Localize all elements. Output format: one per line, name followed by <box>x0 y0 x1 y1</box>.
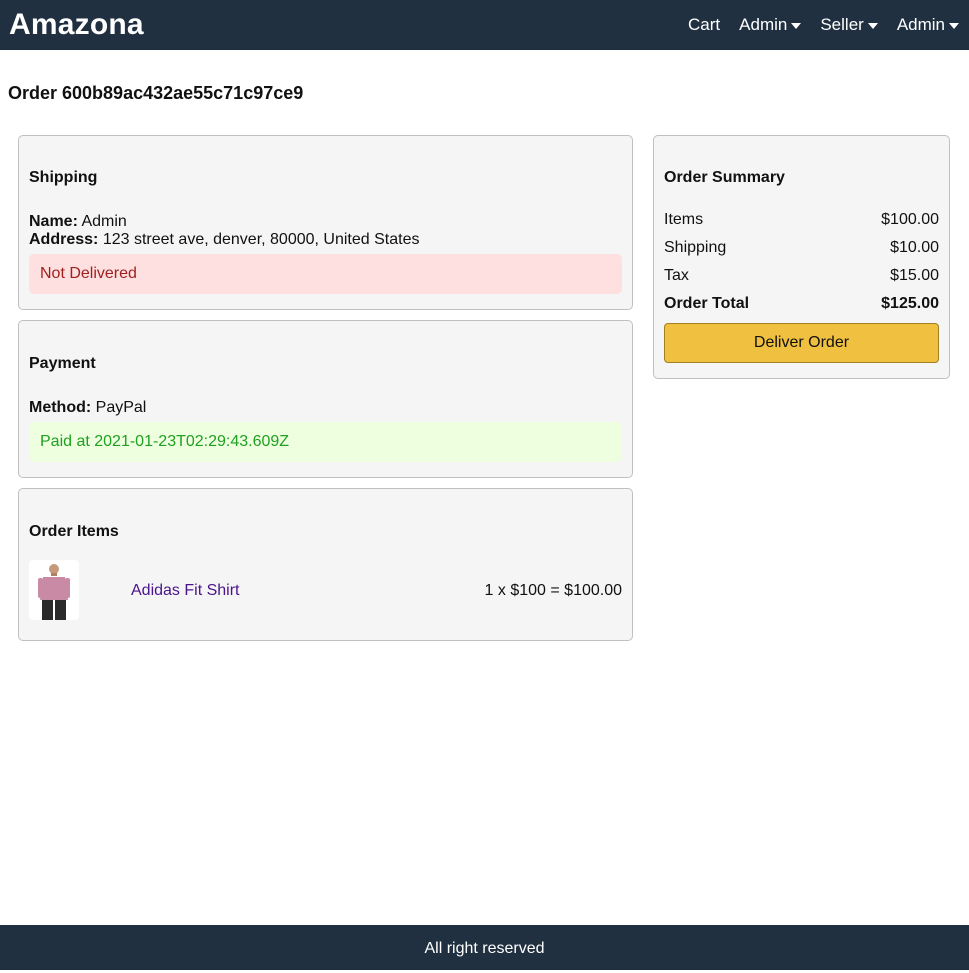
nav-menu: Cart Admin Seller Admin <box>669 14 959 36</box>
order-items-heading: Order Items <box>29 523 119 540</box>
payment-method: Method: PayPal <box>29 399 146 417</box>
shipping-heading: Shipping <box>29 169 98 186</box>
order-items-card: Order Items Adidas Fit Shirt 1 x $100 = … <box>18 488 633 641</box>
brand-logo-link[interactable]: Amazona <box>9 8 144 42</box>
cart-link[interactable]: Cart <box>688 14 720 36</box>
footer: All right reserved <box>0 925 969 970</box>
deliver-order-button[interactable]: Deliver Order <box>664 323 939 363</box>
address-value: 123 street ave, denver, 80000, United St… <box>102 231 420 248</box>
seller-dropdown[interactable]: Seller <box>820 14 878 36</box>
summary-label: Tax <box>664 267 689 284</box>
method-value: PayPal <box>95 399 147 416</box>
name-label: Name: <box>29 213 78 230</box>
summary-value: $10.00 <box>890 239 939 256</box>
summary-value: $15.00 <box>890 267 939 284</box>
delivery-status-alert: Not Delivered <box>29 254 622 294</box>
summary-value: $100.00 <box>881 211 939 228</box>
summary-heading: Order Summary <box>664 169 785 186</box>
address-label: Address: <box>29 231 99 248</box>
admin-dropdown-label: Admin <box>896 15 945 34</box>
caret-down-icon <box>791 23 802 29</box>
summary-label: Items <box>664 211 704 228</box>
shipping-name: Name: Admin <box>29 213 127 231</box>
admin-dropdown[interactable]: Admin <box>897 14 959 36</box>
page-title: Order 600b89ac432ae55c71c97ce9 <box>8 83 304 103</box>
shipping-card: Shipping Name: Admin Address: 123 street… <box>18 135 633 310</box>
summary-row-items: Items $100.00 <box>664 211 939 229</box>
product-thumbnail[interactable] <box>29 560 79 620</box>
order-summary-card: Order Summary Items $100.00 Shipping $10… <box>653 135 950 379</box>
item-price-line: 1 x $100 = $100.00 <box>484 582 622 599</box>
caret-down-icon <box>867 23 878 29</box>
cart-link-label: Cart <box>688 15 721 34</box>
name-value: Admin <box>81 213 127 230</box>
shipping-address: Address: 123 street ave, denver, 80000, … <box>29 231 419 249</box>
summary-value: $125.00 <box>881 295 939 312</box>
product-link[interactable]: Adidas Fit Shirt <box>131 582 239 600</box>
payment-heading: Payment <box>29 355 96 372</box>
summary-row-total: Order Total $125.00 <box>664 295 939 313</box>
caret-down-icon <box>949 23 959 29</box>
payment-card: Payment Method: PayPal Paid at 2021-01-2… <box>18 320 633 478</box>
footer-text: All right reserved <box>424 940 545 957</box>
user-dropdown-label: Admin <box>739 15 788 34</box>
summary-label: Shipping <box>664 239 727 256</box>
shirt-model-image <box>29 560 79 620</box>
top-navbar: Amazona Cart Admin Seller Admin <box>0 0 969 50</box>
summary-row-tax: Tax $15.00 <box>664 267 939 285</box>
seller-dropdown-label: Seller <box>820 15 864 34</box>
summary-label: Order Total <box>664 295 750 312</box>
user-dropdown[interactable]: Admin <box>739 14 802 36</box>
method-label: Method: <box>29 399 92 416</box>
summary-row-shipping: Shipping $10.00 <box>664 239 939 257</box>
payment-status-alert: Paid at 2021-01-23T02:29:43.609Z <box>29 422 622 462</box>
